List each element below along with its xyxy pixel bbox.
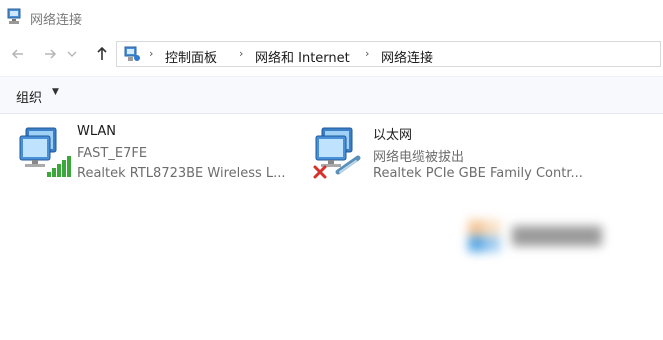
network-connections-icon	[6, 8, 24, 26]
breadcrumb-network-connections[interactable]: 网络连接	[381, 47, 433, 66]
organize-button[interactable]: 组织	[16, 87, 42, 106]
connection-status: FAST_E7FE	[77, 146, 148, 161]
watermark-blur	[468, 212, 618, 262]
arrow-up-icon[interactable]	[92, 44, 112, 64]
chevron-down-icon[interactable]: ▼	[52, 87, 59, 97]
connection-device: Realtek PCIe GBE Family Contr...	[373, 166, 583, 181]
window-title: 网络连接	[30, 13, 83, 28]
chevron-down-icon[interactable]	[66, 48, 78, 60]
navigation-row: › 控制面板 › 网络和 Internet › 网络连接	[0, 38, 663, 70]
breadcrumb-control-panel[interactable]: 控制面板	[165, 47, 217, 66]
connection-item-wlan[interactable]: WLAN FAST_E7FE Realtek RTL8723BE Wireles…	[16, 124, 306, 188]
disconnected-x-icon	[312, 164, 328, 180]
title-bar: 网络连接	[0, 0, 663, 34]
chevron-right-icon[interactable]: ›	[365, 47, 369, 60]
breadcrumb-network-internet[interactable]: 网络和 Internet	[255, 47, 350, 66]
arrow-right-icon[interactable]	[40, 44, 60, 64]
command-bar: 组织 ▼	[0, 76, 663, 114]
control-panel-icon	[123, 45, 141, 63]
chevron-right-icon[interactable]: ›	[239, 47, 243, 60]
connection-name: WLAN	[77, 124, 117, 139]
connection-device: Realtek RTL8723BE Wireless L...	[77, 166, 286, 181]
connection-item-ethernet[interactable]: 以太网 网络电缆被拔出 Realtek PCIe GBE Family Cont…	[312, 124, 602, 188]
address-bar[interactable]: › 控制面板 › 网络和 Internet › 网络连接	[116, 41, 661, 67]
connection-status: 网络电缆被拔出	[373, 150, 465, 165]
connection-name: 以太网	[373, 128, 413, 143]
chevron-right-icon[interactable]: ›	[149, 47, 153, 60]
arrow-left-icon[interactable]	[8, 44, 28, 64]
signal-bars-icon	[46, 156, 72, 178]
